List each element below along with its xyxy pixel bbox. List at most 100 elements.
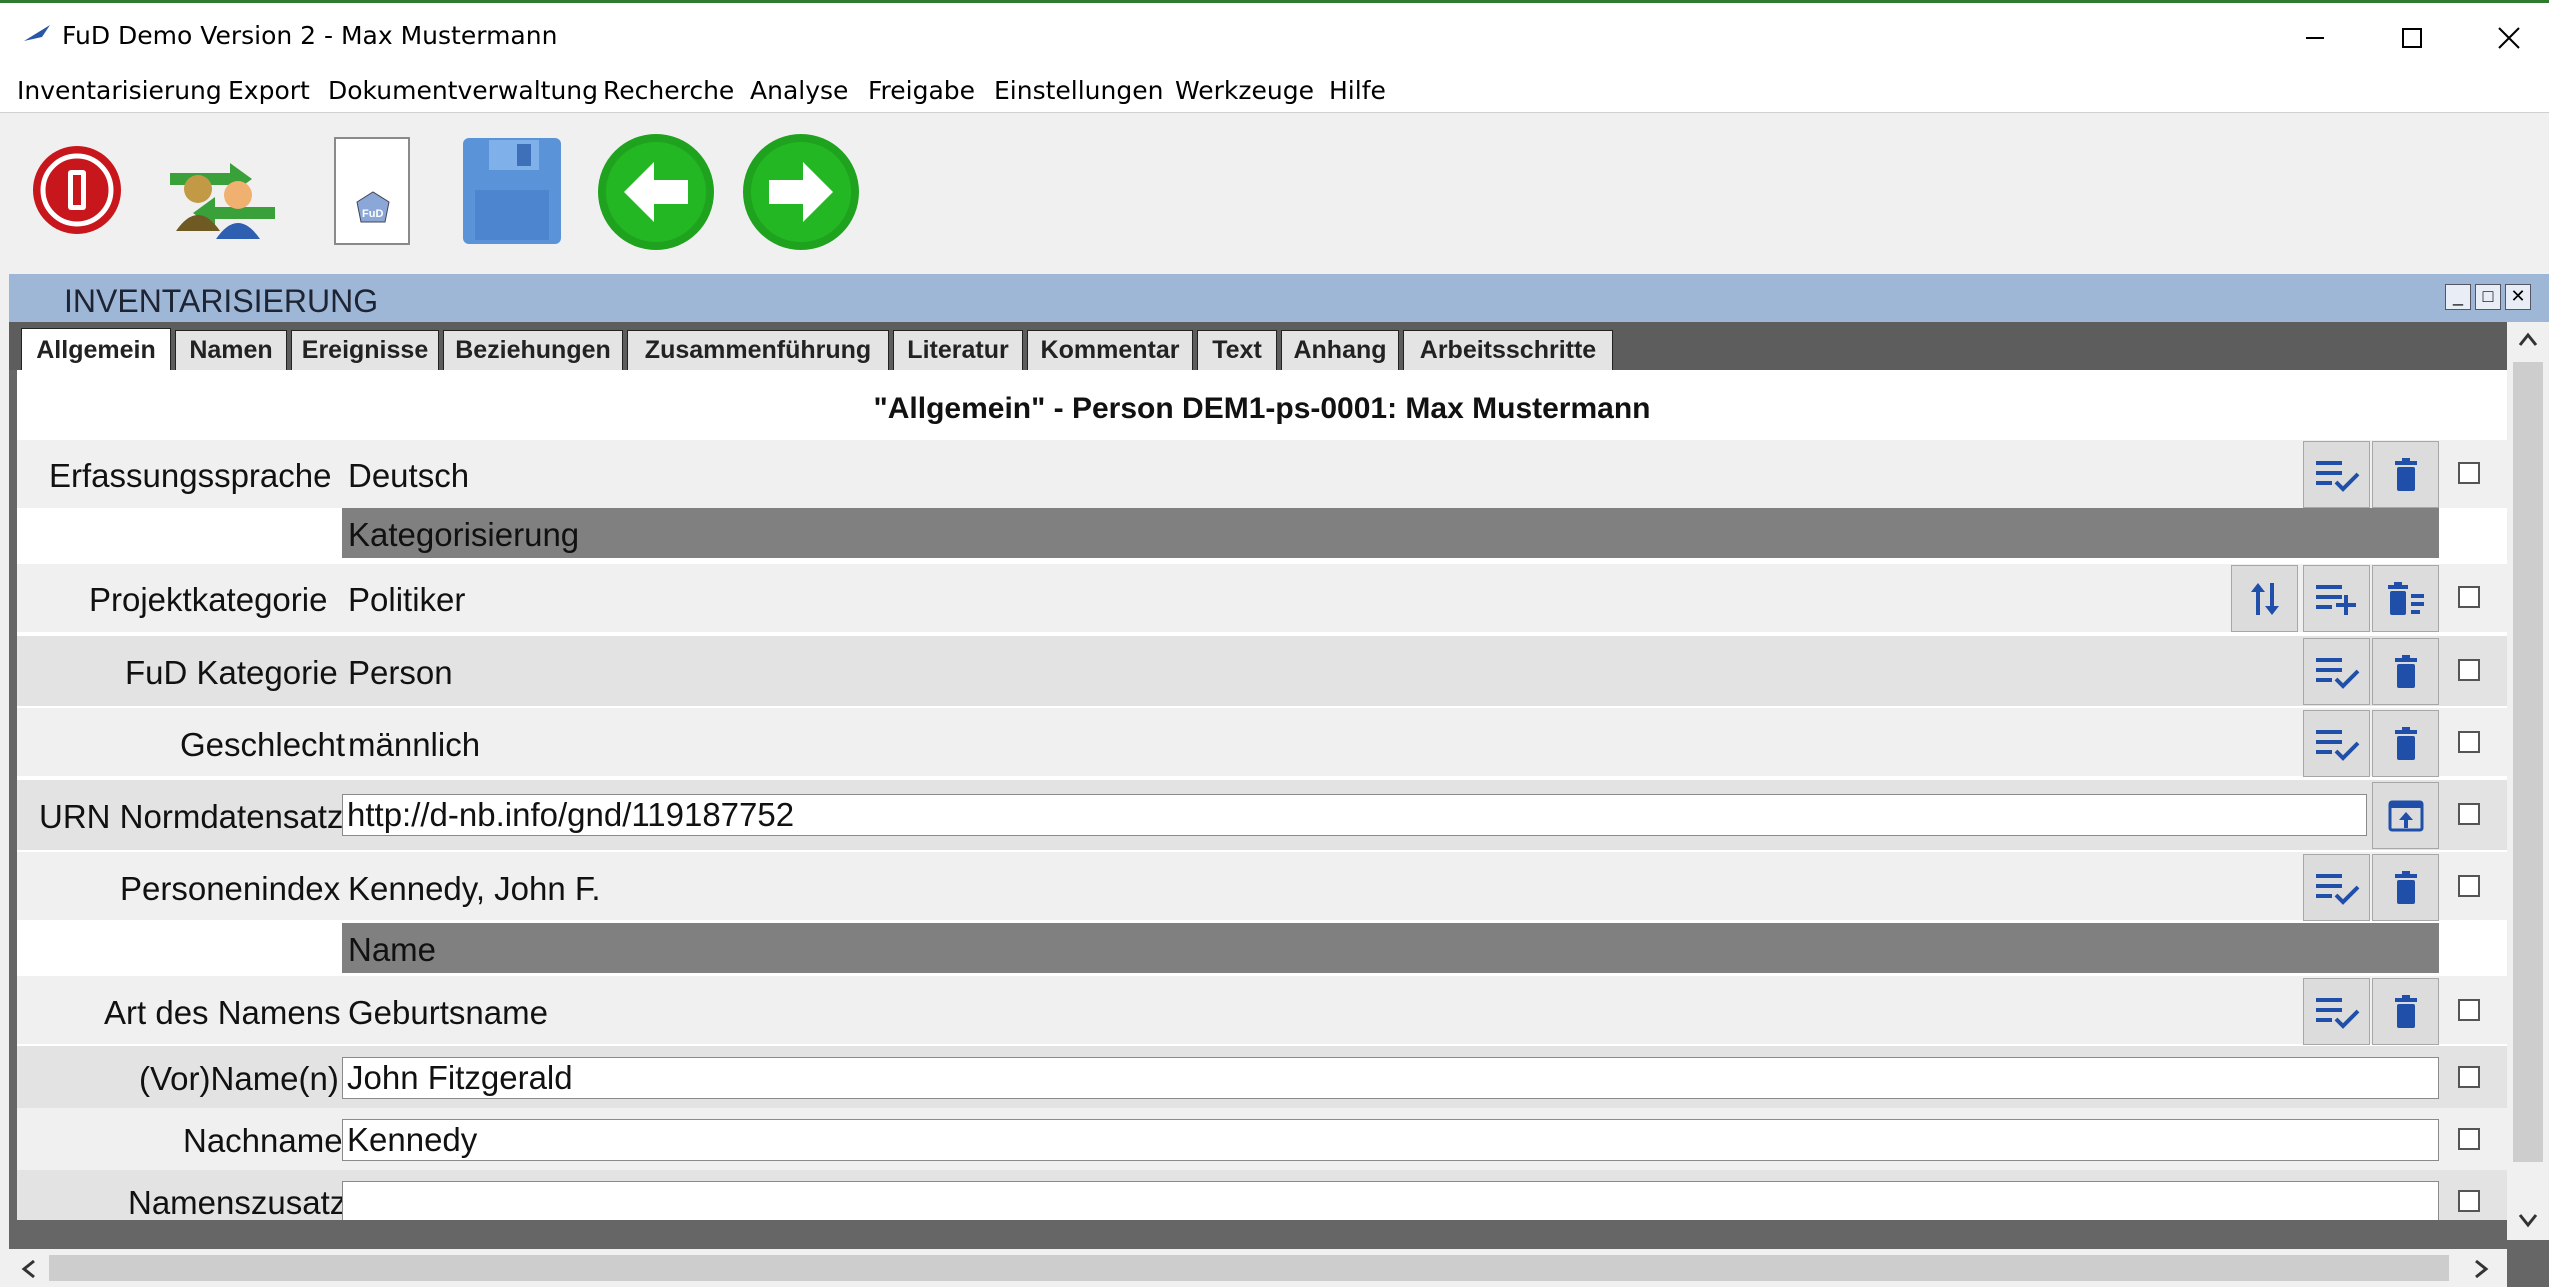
delete-fud-kategorie-button[interactable] <box>2372 638 2439 705</box>
label-vorname: (Vor)Name(n) <box>139 1060 339 1097</box>
nachname-input[interactable]: Kennedy <box>342 1119 2439 1161</box>
list-check-icon <box>2315 657 2359 689</box>
list-check-icon <box>2315 729 2359 761</box>
arrow-left-icon <box>598 134 714 250</box>
label-urn-normdatensatz: URN Normdatensatz <box>39 798 344 835</box>
vorname-input[interactable]: John Fitzgerald <box>342 1057 2439 1099</box>
menu-recherche[interactable]: Recherche <box>603 76 734 105</box>
menu-export[interactable]: Export <box>228 76 310 105</box>
tab-beziehungen[interactable]: Beziehungen <box>443 330 623 370</box>
list-check-icon <box>2315 873 2359 905</box>
maximize-icon: □ <box>2482 286 2494 306</box>
delete-art-des-namens-button[interactable] <box>2372 978 2439 1045</box>
checkbox-urn-normdatensatz[interactable] <box>2458 803 2480 825</box>
label-erfassungssprache: Erfassungssprache <box>49 457 332 494</box>
back-button[interactable] <box>596 132 716 252</box>
horizontal-scroll-thumb[interactable] <box>49 1255 2449 1281</box>
menu-analyse[interactable]: Analyse <box>750 76 848 105</box>
select-erfassungssprache-button[interactable] <box>2303 441 2370 508</box>
forward-button[interactable] <box>741 132 861 252</box>
minimize-button[interactable] <box>2275 13 2355 63</box>
menu-einstellungen[interactable]: Einstellungen <box>994 76 1163 105</box>
close-icon: ✕ <box>2510 286 2526 306</box>
checkbox-projektkategorie[interactable] <box>2458 586 2480 608</box>
maximize-button[interactable] <box>2372 13 2452 63</box>
open-urn-link-button[interactable] <box>2372 782 2439 849</box>
tab-literatur[interactable]: Literatur <box>893 330 1023 370</box>
close-icon <box>2498 27 2520 49</box>
vertical-scrollbar[interactable] <box>2507 322 2549 1240</box>
label-geschlecht: Geschlecht <box>180 726 346 763</box>
sort-arrows-icon <box>2250 582 2279 615</box>
frame-maximize-button[interactable]: □ <box>2475 284 2501 310</box>
minimize-icon <box>2306 37 2324 39</box>
delete-personenindex-button[interactable] <box>2372 854 2439 921</box>
group-name: Name <box>342 923 2439 973</box>
horizontal-scrollbar[interactable] <box>9 1249 2507 1287</box>
menu-werkzeuge[interactable]: Werkzeuge <box>1175 76 1314 105</box>
add-projektkategorie-button[interactable] <box>2303 565 2370 632</box>
value-personenindex[interactable]: Kennedy, John F. <box>348 870 601 908</box>
tab-zusammenfuehrung[interactable]: Zusammenführung <box>627 330 889 370</box>
switch-user-button[interactable] <box>160 151 285 241</box>
vertical-scroll-thumb[interactable] <box>2513 362 2543 1162</box>
checkbox-geschlecht[interactable] <box>2458 731 2480 753</box>
menu-hilfe[interactable]: Hilfe <box>1329 76 1386 105</box>
delete-list-projektkategorie-button[interactable] <box>2372 565 2439 632</box>
menu-freigabe[interactable]: Freigabe <box>868 76 975 105</box>
trash-icon <box>2394 726 2417 760</box>
save-button[interactable] <box>461 136 563 246</box>
frame-title: INVENTARISIERUNG <box>64 283 379 319</box>
frame-title-bar: INVENTARISIERUNG _ □ ✕ <box>9 274 2549 322</box>
delete-erfassungssprache-button[interactable] <box>2372 441 2439 508</box>
tab-namen[interactable]: Namen <box>175 330 287 370</box>
checkbox-fud-kategorie[interactable] <box>2458 659 2480 681</box>
frame-close-button[interactable]: ✕ <box>2505 284 2531 310</box>
select-geschlecht-button[interactable] <box>2303 710 2370 777</box>
tab-arbeitsschritte[interactable]: Arbeitsschritte <box>1403 330 1613 370</box>
document-button[interactable]: FuD <box>333 136 411 246</box>
delete-geschlecht-button[interactable] <box>2372 710 2439 777</box>
select-fud-kategorie-button[interactable] <box>2303 638 2370 705</box>
close-button[interactable] <box>2469 13 2549 63</box>
tab-kommentar[interactable]: Kommentar <box>1027 330 1193 370</box>
power-icon <box>33 146 121 234</box>
value-fud-kategorie[interactable]: Person <box>348 654 453 692</box>
scroll-down-icon <box>2518 1214 2538 1228</box>
menu-inventarisierung[interactable]: Inventarisierung <box>17 76 222 105</box>
frame-minimize-button[interactable]: _ <box>2445 284 2471 310</box>
trash-list-icon <box>2387 581 2424 615</box>
tab-ereignisse[interactable]: Ereignisse <box>291 330 439 370</box>
label-nachname: Nachname <box>183 1122 343 1159</box>
select-personenindex-button[interactable] <box>2303 854 2370 921</box>
label-personenindex: Personenindex <box>120 870 341 907</box>
checkbox-nachname[interactable] <box>2458 1128 2480 1150</box>
value-art-des-namens[interactable]: Geburtsname <box>348 994 548 1032</box>
value-projektkategorie[interactable]: Politiker <box>348 581 465 619</box>
value-geschlecht[interactable]: männlich <box>348 726 480 764</box>
exit-button[interactable] <box>30 143 124 237</box>
tab-content-allgemein: "Allgemein" - Person DEM1-ps-0001: Max M… <box>17 370 2507 1220</box>
minimize-icon: _ <box>2452 286 2463 306</box>
checkbox-personenindex[interactable] <box>2458 875 2480 897</box>
list-add-icon <box>2315 584 2356 615</box>
checkbox-erfassungssprache[interactable] <box>2458 462 2480 484</box>
checkbox-vorname[interactable] <box>2458 1066 2480 1088</box>
sort-projektkategorie-button[interactable] <box>2231 565 2298 632</box>
menu-dokumentverwaltung[interactable]: Dokumentverwaltung <box>328 76 598 105</box>
tab-text[interactable]: Text <box>1197 330 1277 370</box>
checkbox-namenszusatz[interactable] <box>2458 1190 2480 1212</box>
select-art-des-namens-button[interactable] <box>2303 978 2370 1045</box>
menu-bar: Inventarisierung Export Dokumentverwaltu… <box>0 70 2549 113</box>
checkbox-art-des-namens[interactable] <box>2458 999 2480 1021</box>
urn-normdatensatz-input[interactable]: http://d-nb.info/gnd/119187752 <box>342 794 2367 836</box>
trash-icon <box>2394 457 2417 491</box>
tab-anhang[interactable]: Anhang <box>1281 330 1399 370</box>
document-icon <box>334 137 410 245</box>
trash-icon <box>2394 870 2417 904</box>
inventarisierung-frame: INVENTARISIERUNG _ □ ✕ Allgemein Namen E… <box>9 274 2549 1287</box>
maximize-icon <box>2402 28 2422 48</box>
value-erfassungssprache[interactable]: Deutsch <box>348 457 469 495</box>
namenszusatz-input[interactable] <box>342 1181 2439 1220</box>
tab-allgemein[interactable]: Allgemein <box>21 328 171 372</box>
